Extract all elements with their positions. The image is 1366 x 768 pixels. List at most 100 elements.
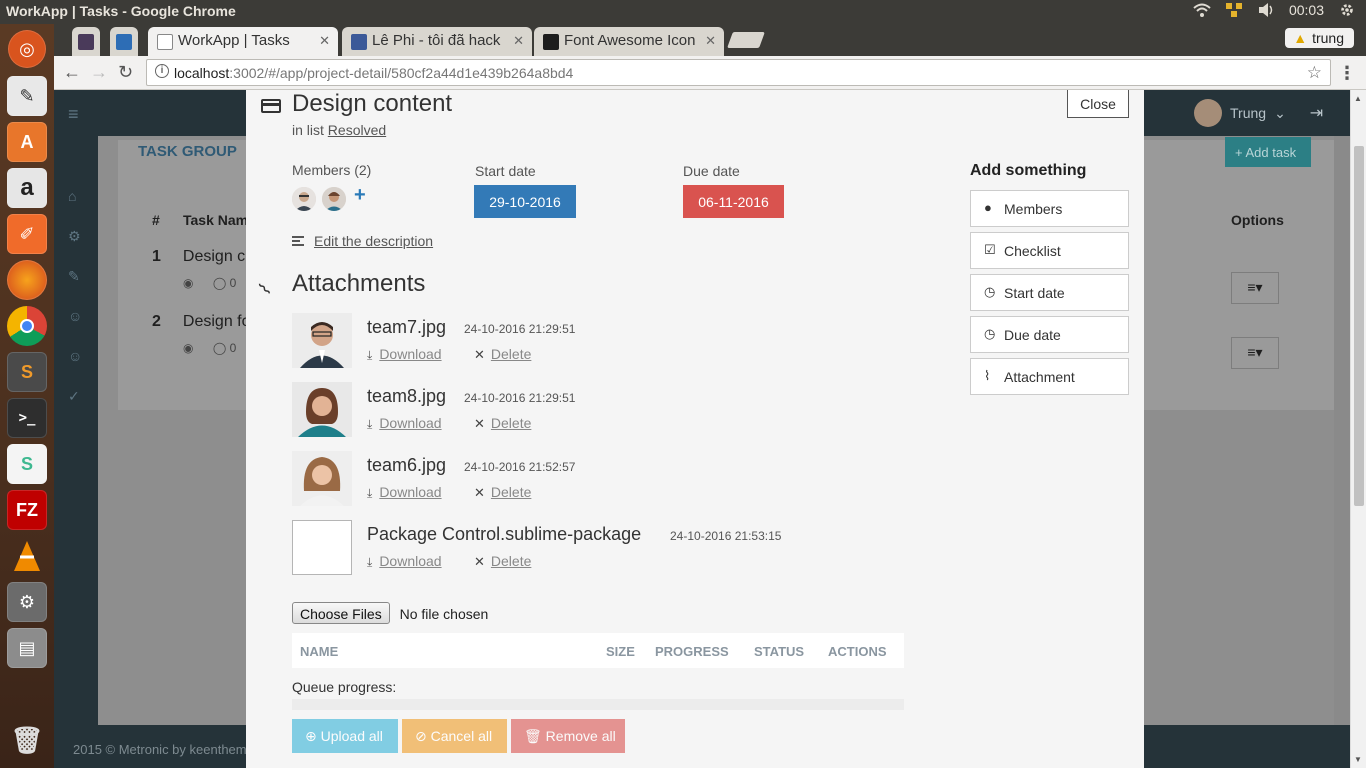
reload-icon[interactable]: ↻ — [118, 62, 133, 83]
clock[interactable]: 00:03 — [1289, 2, 1324, 18]
delete-link[interactable]: ✕ Delete — [474, 484, 531, 501]
wifi-icon[interactable] — [1193, 2, 1211, 18]
due-date-badge[interactable]: 06-11-2016 — [683, 185, 784, 218]
remove-all-button[interactable]: 🗑 Remove all — [511, 719, 625, 753]
delete-link[interactable]: ✕ Delete — [474, 553, 531, 570]
download-link[interactable]: ⤓ Download — [367, 484, 442, 501]
table-row[interactable]: 2 Design fo — [152, 313, 251, 331]
os-top-panel: WorkApp | Tasks - Google Chrome 00:03 — [0, 0, 1366, 24]
close-tab-icon[interactable]: ✕ — [705, 33, 716, 49]
attachment-date: 24-10-2016 21:53:15 — [670, 529, 782, 543]
add-task-button[interactable]: + Add task — [1225, 137, 1311, 167]
page-scrollbar[interactable]: ▲ ▼ — [1350, 90, 1366, 768]
table-row[interactable]: 1 Design c — [152, 248, 245, 266]
attachment-thumbnail[interactable] — [292, 382, 352, 437]
address-bar[interactable]: i localhost:3002/#/app/project-detail/58… — [146, 59, 1331, 86]
home-icon[interactable]: ⌂ — [68, 188, 76, 204]
back-arrow-icon[interactable]: ← — [63, 62, 81, 83]
slack-icon[interactable]: S — [7, 444, 47, 484]
chrome-icon[interactable] — [7, 306, 47, 346]
tab-pinned-1[interactable] — [72, 27, 100, 56]
trash-icon[interactable]: 🗑 — [7, 720, 47, 760]
file-input: Choose Files No file chosen — [292, 602, 488, 624]
vpn-icon[interactable] — [1225, 2, 1243, 18]
tab-facebook[interactable]: Lê Phi - tôi đã hack ✕ — [342, 27, 532, 56]
profile-button[interactable]: ▲ trung — [1285, 28, 1354, 48]
files-icon[interactable]: ▤ — [7, 628, 47, 668]
check-circle-icon[interactable]: ✓ — [68, 388, 80, 405]
wrench-icon[interactable]: ✎ — [68, 268, 80, 285]
user-icon[interactable]: ☺ — [68, 308, 82, 324]
hamburger-icon[interactable]: ≡ — [68, 104, 79, 125]
list-link[interactable]: Resolved — [328, 122, 386, 138]
logout-icon[interactable]: ⇥ — [1310, 103, 1323, 123]
close-tab-icon[interactable]: ✕ — [513, 33, 524, 49]
column-actions: ACTIONS — [828, 644, 887, 659]
clock-icon: ◷ — [984, 326, 996, 341]
start-date-badge[interactable]: 29-10-2016 — [474, 185, 576, 218]
text-editor-icon[interactable]: ✎ — [7, 76, 47, 116]
row-meta: ◉ ◯ 0 — [183, 276, 236, 290]
volume-icon[interactable] — [1257, 2, 1275, 18]
new-tab-button[interactable] — [727, 32, 765, 48]
attachment-name: team8.jpg — [367, 386, 447, 406]
checkbox-icon: ☑ — [984, 242, 996, 257]
attachment-name: team6.jpg — [367, 455, 447, 475]
row-options-button[interactable]: ≡▾ — [1231, 272, 1279, 304]
menu-dots-icon[interactable]: ⋮ — [1338, 63, 1356, 84]
close-button[interactable]: Close — [1067, 90, 1129, 118]
add-due-date-button[interactable]: ◷ Due date — [970, 316, 1129, 353]
add-attachment-button[interactable]: ⌇ Attachment — [970, 358, 1129, 395]
row-options-button[interactable]: ≡▾ — [1231, 337, 1279, 369]
software-center-icon[interactable]: A — [7, 122, 47, 162]
download-link[interactable]: ⤓ Download — [367, 346, 442, 363]
align-left-icon — [292, 236, 304, 246]
system-settings-icon[interactable]: ⚙ — [7, 582, 47, 622]
amazon-icon[interactable]: a — [7, 168, 47, 208]
upload-all-button[interactable]: ⊕ Upload all — [292, 719, 398, 753]
scroll-down-icon[interactable]: ▼ — [1354, 755, 1362, 764]
attachment-thumbnail[interactable] — [292, 451, 352, 506]
gimp-app-icon[interactable]: ✐ — [7, 214, 47, 254]
download-link[interactable]: ⤓ Download — [367, 415, 442, 432]
tab-pinned-2[interactable] — [110, 27, 138, 56]
tab-font-awesome[interactable]: Font Awesome Icon ✕ — [534, 27, 724, 56]
vlc-icon[interactable] — [7, 536, 47, 576]
firefox-icon[interactable] — [7, 260, 47, 300]
attachment-thumbnail[interactable] — [292, 313, 352, 368]
broken-image-icon[interactable] — [292, 520, 352, 575]
terminal-icon[interactable]: >_ — [7, 398, 47, 438]
filezilla-icon[interactable]: FZ — [7, 490, 47, 530]
attachments-title: Attachments — [292, 270, 426, 297]
close-icon: ✕ — [474, 485, 485, 500]
add-member-icon[interactable]: + — [354, 184, 366, 207]
close-tab-icon[interactable]: ✕ — [319, 33, 330, 49]
avatar[interactable] — [322, 187, 346, 211]
delete-link[interactable]: ✕ Delete — [474, 415, 531, 432]
sublime-text-icon[interactable]: S — [7, 352, 47, 392]
avatar[interactable] — [292, 187, 316, 211]
add-members-button[interactable]: ● Members — [970, 190, 1129, 227]
bookmark-star-icon[interactable]: ☆ — [1307, 63, 1322, 83]
forward-arrow-icon[interactable]: → — [90, 62, 108, 83]
user-icon[interactable]: ☺ — [68, 348, 82, 364]
warning-icon: ▲ — [1293, 30, 1308, 46]
download-link[interactable]: ⤓ Download — [367, 553, 442, 570]
scrollbar-thumb[interactable] — [1354, 146, 1364, 506]
tab-workapp[interactable]: WorkApp | Tasks ✕ — [148, 27, 338, 56]
add-checklist-button[interactable]: ☑ Checklist — [970, 232, 1129, 269]
choose-files-button[interactable]: Choose Files — [292, 602, 390, 624]
delete-link[interactable]: ✕ Delete — [474, 346, 531, 363]
add-start-date-button[interactable]: ◷ Start date — [970, 274, 1129, 311]
tab-label: Font Awesome Icon — [564, 32, 696, 49]
gear-icon[interactable]: ⚙ — [68, 228, 81, 245]
edit-description-link[interactable]: Edit the description — [314, 233, 433, 249]
info-icon[interactable]: i — [155, 64, 169, 78]
settings-gear-icon[interactable] — [1338, 2, 1356, 18]
cancel-all-button[interactable]: ⊘ Cancel all — [402, 719, 507, 753]
scroll-up-icon[interactable]: ▲ — [1354, 94, 1362, 103]
cancel-all-label: Cancel all — [430, 728, 493, 744]
user-icon: ● — [984, 200, 992, 215]
user-menu[interactable]: Trung ⌄ ⇥ — [1194, 99, 1323, 127]
ubuntu-dash-icon[interactable]: ◎ — [8, 30, 46, 68]
